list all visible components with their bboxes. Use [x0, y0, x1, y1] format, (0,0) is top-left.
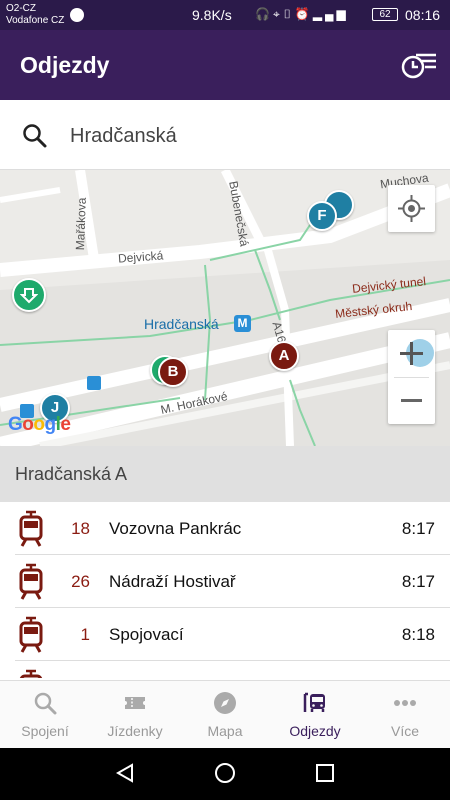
bottom-navigation: Spojení Jízdenky Mapa Odjezdy Více: [0, 680, 450, 748]
recents-icon[interactable]: [314, 762, 336, 784]
status-time: 08:16: [405, 7, 441, 23]
status-bar: O2-CZ Vodafone CZ 9.8K/s 🎧⌖▯⏰▂▄▆ 62 08:1…: [0, 0, 450, 30]
destination: Vozovna Pankrác: [109, 519, 242, 538]
compass-icon: [214, 692, 236, 714]
departure-row[interactable]: 18 Vozovna Pankrác 8:17: [0, 502, 450, 555]
zoom-controls: [388, 330, 435, 424]
carrier-primary: O2-CZ: [6, 3, 36, 14]
search-icon[interactable]: [22, 123, 48, 149]
line-number: 26: [71, 572, 90, 591]
line-number: 1: [80, 625, 90, 644]
page-title: Odjezdy: [20, 52, 110, 78]
bus-stop-icon: [87, 376, 101, 390]
home-icon[interactable]: [214, 762, 236, 784]
system-navigation-bar: [0, 748, 450, 800]
nav-item-jizdenky[interactable]: Jízdenky: [90, 681, 180, 749]
google-logo: Google: [8, 414, 71, 435]
more-icon: [394, 700, 416, 706]
app-bar: Odjezdy: [0, 30, 450, 100]
clock-list-icon: [401, 53, 436, 79]
stop-name: Hradčanská A: [15, 464, 128, 484]
nav-label: Spojení: [21, 723, 69, 739]
destination: Nádraží Hostivař: [109, 572, 236, 591]
network-speed: 9.8K/s: [192, 7, 232, 23]
minus-icon: [401, 399, 422, 402]
tram-icon: [19, 563, 43, 600]
map-view[interactable]: Mařákova Bubenečská Dejvická Muchova M. …: [0, 170, 450, 446]
metro-badge: M: [234, 315, 251, 332]
departure-row-partial[interactable]: [0, 661, 450, 678]
nav-item-odjezdy[interactable]: Odjezdy: [270, 681, 360, 749]
stop-marker-a[interactable]: A: [269, 341, 299, 371]
nav-item-spojeni[interactable]: Spojení: [0, 681, 90, 749]
search-icon: [34, 692, 57, 715]
street-label: Mařákova: [73, 197, 89, 251]
departure-time: 8:17: [401, 519, 435, 538]
stop-search-bar: [0, 100, 450, 170]
stop-section-header: Hradčanská A: [0, 446, 450, 502]
metro-arrow-icon: [19, 288, 39, 304]
bus-icon: [303, 692, 325, 712]
nav-item-vice[interactable]: Více: [360, 681, 450, 749]
signal-icon: ▂▄▆: [312, 7, 349, 21]
schedule-filter-button[interactable]: [400, 50, 440, 80]
line-number: 18: [71, 519, 90, 538]
ticket-icon: [125, 697, 145, 709]
departure-time: 8:18: [401, 625, 435, 644]
status-icons: 🎧⌖▯⏰▂▄▆: [255, 7, 349, 22]
tram-icon: [19, 616, 43, 653]
nav-label: Více: [390, 723, 419, 739]
departure-row[interactable]: 26 Nádraží Hostivař 8:17: [0, 555, 450, 608]
carrier-secondary: Vodafone CZ: [6, 15, 65, 26]
destination: Spojovací: [109, 625, 184, 644]
crosshair-icon: [398, 195, 425, 222]
vibrate-icon: ▯: [282, 7, 295, 21]
alarm-icon: ⏰: [294, 7, 313, 21]
app-root: O2-CZ Vodafone CZ 9.8K/s 🎧⌖▯⏰▂▄▆ 62 08:1…: [0, 0, 450, 800]
nav-label: Mapa: [207, 723, 243, 739]
tram-icon: [19, 669, 43, 678]
plus-icon: [400, 339, 434, 367]
departure-time: 8:17: [401, 572, 435, 591]
battery-indicator: 62: [372, 8, 398, 21]
departure-row[interactable]: 1 Spojovací 8:18: [0, 608, 450, 661]
metro-entrance-marker[interactable]: [12, 278, 46, 312]
my-location-button[interactable]: [388, 185, 435, 232]
zoom-in-button[interactable]: [388, 330, 435, 377]
station-label: Hradčanská: [144, 316, 219, 332]
nav-label: Odjezdy: [289, 723, 341, 739]
nav-label: Jízdenky: [107, 723, 163, 739]
stop-search-input[interactable]: [70, 118, 430, 154]
zoom-out-button[interactable]: [388, 377, 435, 424]
stop-marker-b[interactable]: B: [158, 357, 188, 387]
location-icon: ⌖: [272, 7, 283, 21]
tram-icon: [19, 510, 43, 547]
spotify-icon: [70, 8, 84, 22]
back-icon[interactable]: [114, 762, 136, 784]
departures-list[interactable]: 18 Vozovna Pankrác 8:17 26 Nádraží Hosti…: [0, 502, 450, 678]
nav-item-mapa[interactable]: Mapa: [180, 681, 270, 749]
stop-marker-f[interactable]: F: [307, 201, 337, 231]
headphones-icon: 🎧: [255, 7, 273, 21]
